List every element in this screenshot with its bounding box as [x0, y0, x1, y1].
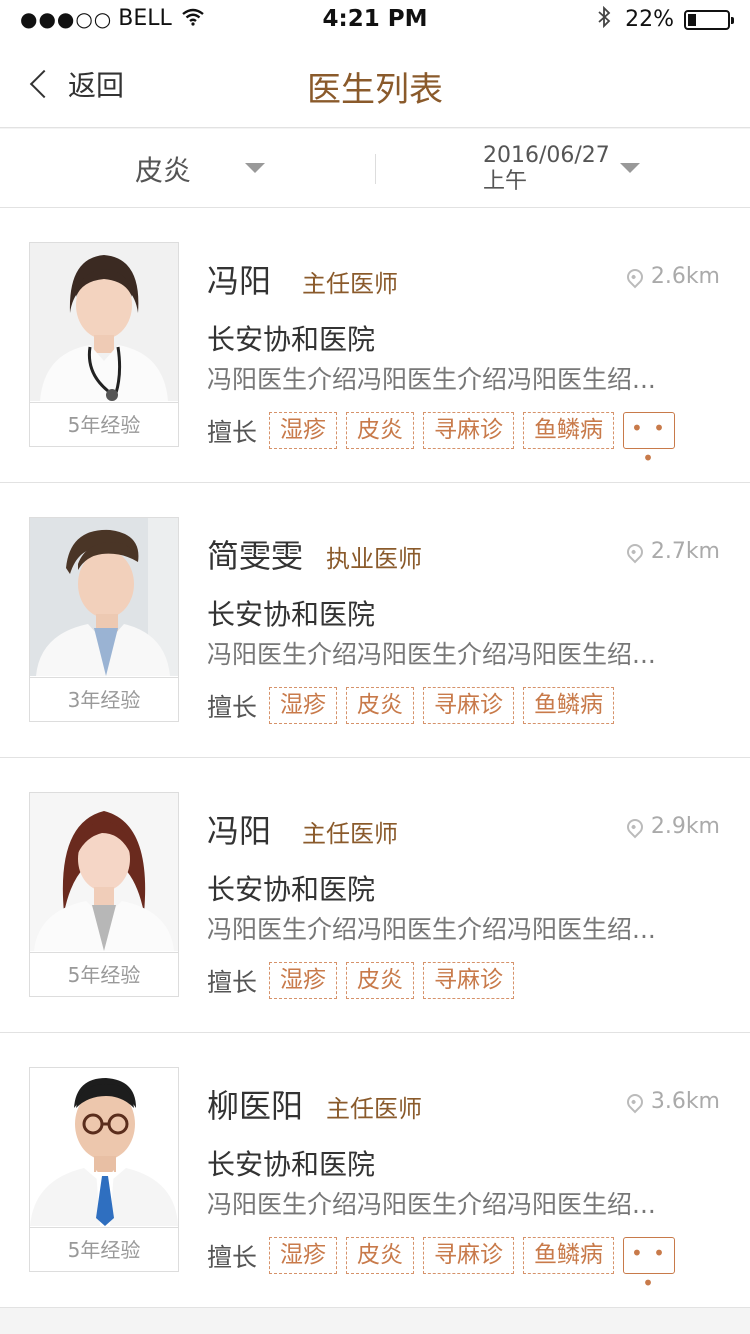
doctor-list: 5年经验 冯阳 主任医师 2.6km 长安协和医院 冯阳医生介绍冯阳医生介绍冯阳…	[0, 208, 750, 1308]
location-pin-icon	[623, 815, 647, 838]
skill-tag[interactable]: 皮炎	[346, 412, 415, 449]
doctor-card[interactable]: 5年经验 冯阳 主任医师 2.9km 长安协和医院 冯阳医生介绍冯阳医生介绍冯阳…	[0, 758, 750, 1033]
doctor-photo-frame: 5年经验	[29, 792, 179, 997]
bluetooth-icon	[597, 5, 611, 33]
skill-tag[interactable]: 皮炎	[346, 687, 415, 724]
doctor-card[interactable]: 5年经验 冯阳 主任医师 2.6km 长安协和医院 冯阳医生介绍冯阳医生介绍冯阳…	[0, 208, 750, 483]
filter-bar: 皮炎 2016/06/27 上午	[0, 129, 750, 208]
doctor-name: 简雯雯	[207, 537, 304, 575]
doctor-intro: 冯阳医生介绍冯阳医生介绍冯阳医生绍...	[207, 365, 656, 394]
skill-tag[interactable]: 寻麻诊	[423, 412, 515, 449]
doctor-name: 冯阳	[207, 262, 272, 300]
more-tags-button[interactable]: • • •	[623, 412, 676, 470]
condition-filter-dropdown[interactable]: 皮炎	[135, 129, 265, 208]
skill-tag[interactable]: 皮炎	[346, 962, 415, 999]
skills-row: 擅长 湿疹 皮炎 寻麻诊 鱼鳞病 • • •	[207, 412, 676, 470]
doctor-title: 主任医师	[302, 270, 398, 298]
doctor-title: 主任医师	[302, 820, 398, 848]
doctor-title: 执业医师	[326, 545, 422, 573]
filter-divider	[375, 154, 376, 184]
skill-tag[interactable]: 鱼鳞病	[523, 412, 615, 449]
doctor-intro: 冯阳医生介绍冯阳医生介绍冯阳医生绍...	[207, 1190, 656, 1219]
skill-tag[interactable]: 寻麻诊	[423, 687, 515, 724]
distance: 3.6km	[623, 1089, 720, 1114]
hospital-name: 长安协和医院	[207, 1148, 376, 1181]
distance-value: 2.9km	[650, 814, 720, 839]
distance: 2.6km	[623, 264, 720, 289]
battery-percent: 22%	[625, 7, 674, 32]
location-pin-icon	[623, 1090, 647, 1113]
skill-tag[interactable]: 鱼鳞病	[523, 687, 615, 724]
doctor-photo-frame: 5年经验	[29, 1067, 179, 1272]
skill-tag[interactable]: 湿疹	[269, 962, 338, 999]
dropdown-arrow-icon	[245, 163, 265, 173]
distance-value: 2.6km	[650, 264, 720, 289]
skills-row: 擅长 湿疹 皮炎 寻麻诊 鱼鳞病 • • •	[207, 1237, 676, 1295]
skills-label: 擅长	[207, 1242, 258, 1272]
hospital-name: 长安协和医院	[207, 873, 376, 906]
skills-label: 擅长	[207, 692, 258, 722]
doctor-intro: 冯阳医生介绍冯阳医生介绍冯阳医生绍...	[207, 640, 656, 669]
distance-value: 3.6km	[650, 1089, 720, 1114]
skill-tag[interactable]: 湿疹	[269, 687, 338, 724]
doctor-photo-frame: 3年经验	[29, 517, 179, 722]
doctor-photo	[30, 243, 178, 401]
doctor-photo	[30, 793, 178, 951]
battery-icon	[684, 9, 734, 30]
skill-tag[interactable]: 寻麻诊	[423, 1237, 515, 1274]
skills-row: 擅长 湿疹 皮炎 寻麻诊 鱼鳞病	[207, 687, 623, 724]
experience-label: 3年经验	[30, 677, 178, 721]
date-filter-dropdown[interactable]: 2016/06/27 上午	[483, 129, 640, 208]
experience-label: 5年经验	[30, 1227, 178, 1271]
distance-value: 2.7km	[650, 539, 720, 564]
dropdown-arrow-icon	[620, 163, 640, 173]
skill-tag[interactable]: 皮炎	[346, 1237, 415, 1274]
skills-label: 擅长	[207, 967, 258, 997]
nav-bar: 返回 医生列表	[0, 40, 750, 128]
skill-tag[interactable]: 寻麻诊	[423, 962, 515, 999]
skills-label: 擅长	[207, 417, 258, 447]
experience-label: 5年经验	[30, 402, 178, 446]
date-filter-date: 2016/06/27	[483, 142, 610, 168]
doctor-photo	[30, 1068, 178, 1226]
skill-tag[interactable]: 鱼鳞病	[523, 1237, 615, 1274]
doctor-card[interactable]: 3年经验 简雯雯 执业医师 2.7km 长安协和医院 冯阳医生介绍冯阳医生介绍冯…	[0, 483, 750, 758]
doctor-name: 柳医阳	[207, 1087, 304, 1125]
skill-tag[interactable]: 湿疹	[269, 412, 338, 449]
hospital-name: 长安协和医院	[207, 598, 376, 631]
doctor-card[interactable]: 5年经验 柳医阳 主任医师 3.6km 长安协和医院 冯阳医生介绍冯阳医生介绍冯…	[0, 1033, 750, 1308]
status-right: 22%	[597, 5, 734, 33]
status-bar: ●●●○○ BELL 4:21 PM 22%	[0, 0, 750, 40]
more-tags-button[interactable]: • • •	[623, 1237, 676, 1295]
skill-tag[interactable]: 湿疹	[269, 1237, 338, 1274]
doctor-title: 主任医师	[326, 1095, 422, 1123]
doctor-name: 冯阳	[207, 812, 272, 850]
condition-filter-label: 皮炎	[135, 153, 192, 187]
hospital-name: 长安协和医院	[207, 323, 376, 356]
doctor-intro: 冯阳医生介绍冯阳医生介绍冯阳医生绍...	[207, 915, 656, 944]
location-pin-icon	[623, 265, 647, 288]
distance: 2.7km	[623, 539, 720, 564]
doctor-photo	[30, 518, 178, 676]
date-filter-period: 上午	[483, 168, 528, 194]
doctor-photo-frame: 5年经验	[29, 242, 179, 447]
distance: 2.9km	[623, 814, 720, 839]
location-pin-icon	[623, 540, 647, 563]
page-title: 医生列表	[307, 70, 443, 110]
experience-label: 5年经验	[30, 952, 178, 996]
skills-row: 擅长 湿疹 皮炎 寻麻诊	[207, 962, 523, 999]
